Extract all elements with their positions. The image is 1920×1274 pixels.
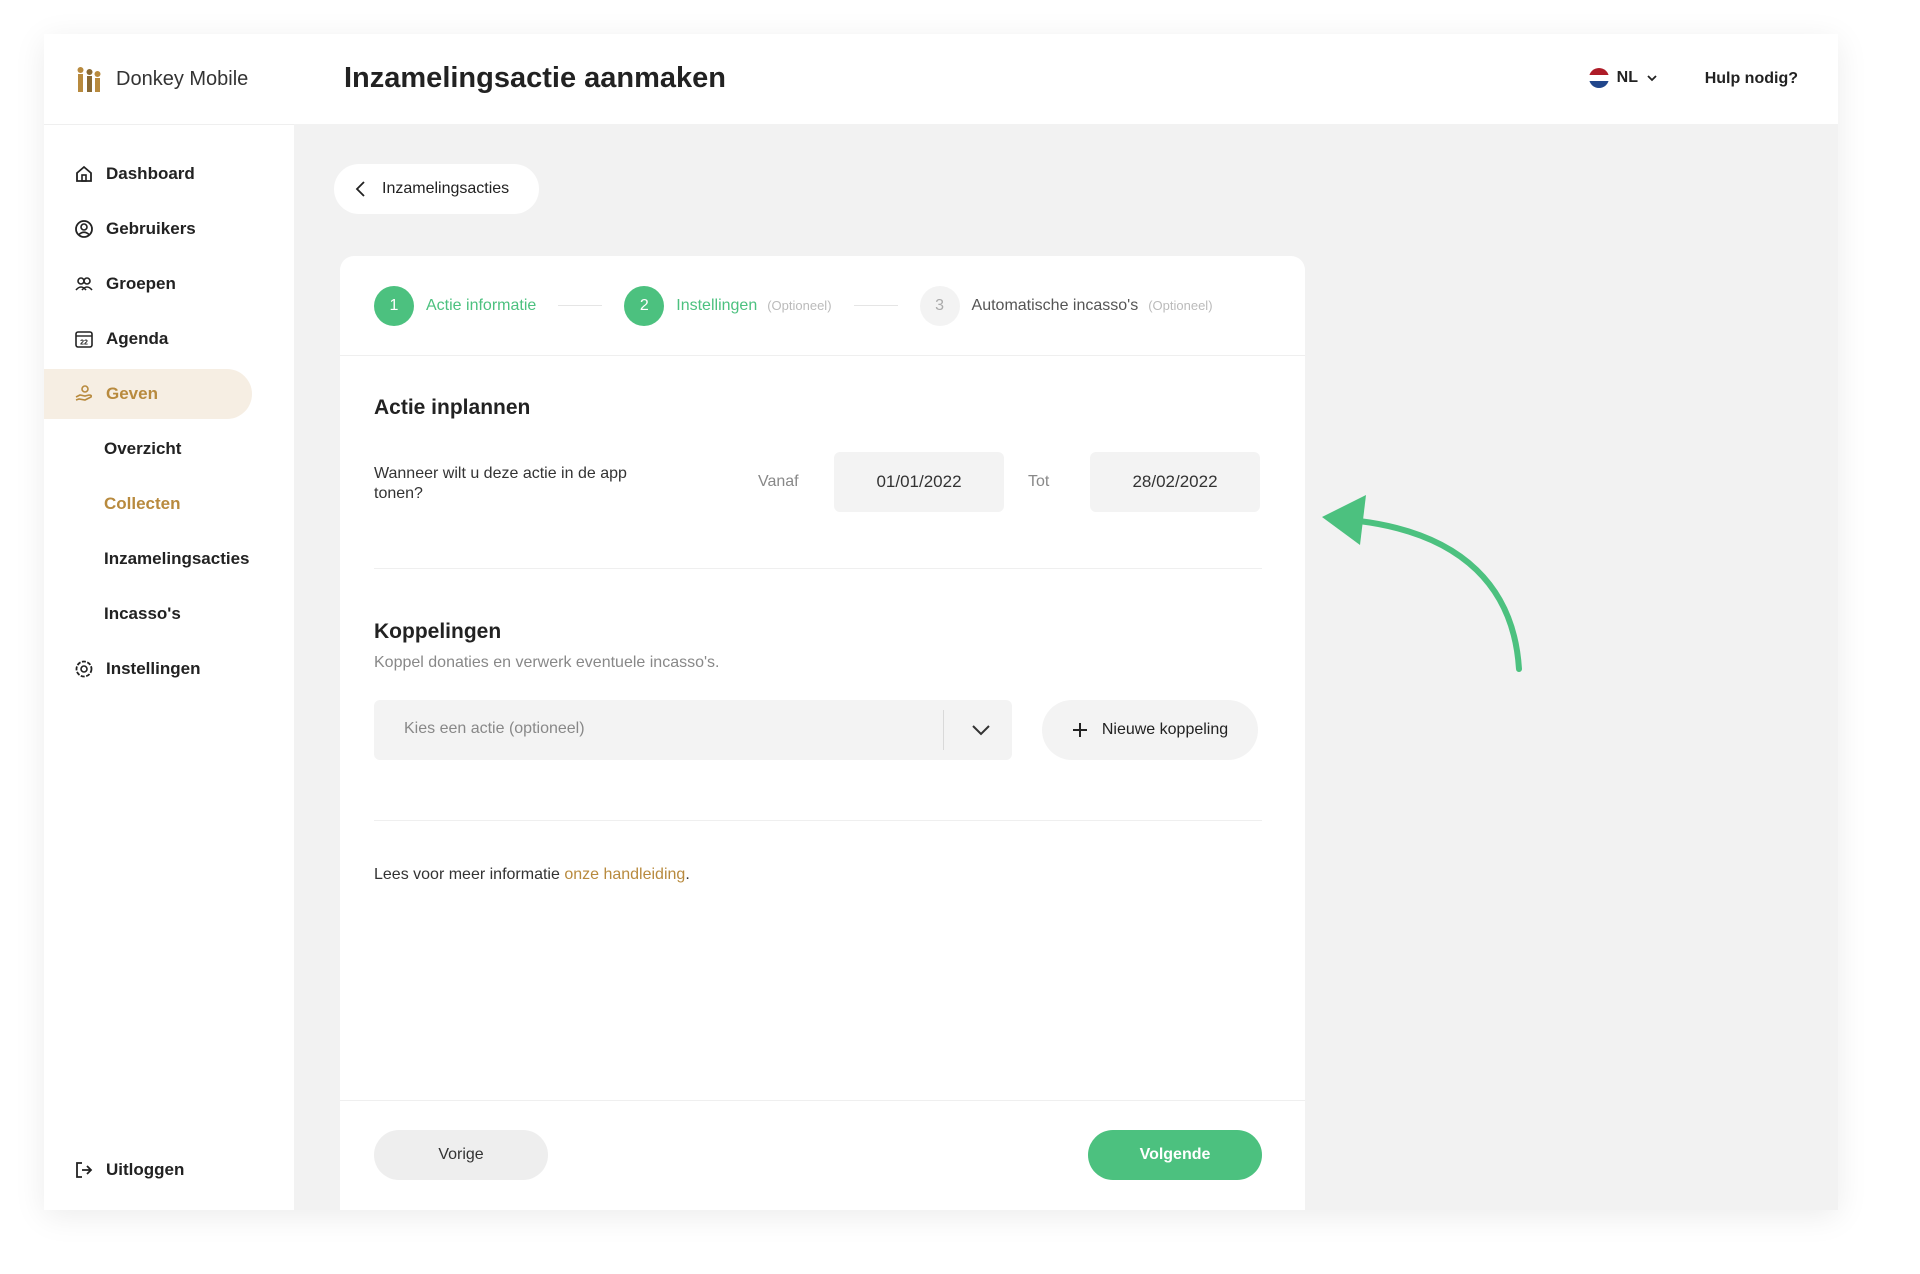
app-window: Donkey Mobile Dashboard Gebruikers Groep… xyxy=(44,34,1838,1210)
links-title: Koppelingen xyxy=(374,620,502,643)
schedule-question: Wanneer wilt u deze actie in de app tone… xyxy=(374,465,627,502)
section-divider xyxy=(374,820,1262,821)
step-connector xyxy=(558,305,603,306)
brand-name: Donkey Mobile xyxy=(116,67,249,90)
home-icon xyxy=(76,165,92,182)
new-link-button[interactable]: Nieuwe koppeling xyxy=(1042,700,1258,760)
step-number: 1 xyxy=(374,285,414,326)
step-action-info[interactable]: 1 Actie informatie xyxy=(374,285,537,326)
select-placeholder: Kies een actie (optioneel) xyxy=(404,720,585,737)
sidebar: Donkey Mobile Dashboard Gebruikers Groep… xyxy=(44,34,294,1210)
logout-button[interactable]: Uitloggen xyxy=(74,1160,184,1180)
sidebar-item-label: Instellingen xyxy=(106,659,201,678)
sidebar-item-overview[interactable]: Overzicht xyxy=(44,424,294,474)
donkey-logo-icon xyxy=(77,67,101,92)
step-label: Instellingen xyxy=(676,296,758,314)
wizard-card: 1 Actie informatie 2 Instellingen (Optio… xyxy=(340,256,1305,1210)
sidebar-item-label: Groepen xyxy=(106,274,176,293)
sidebar-nav: Dashboard Gebruikers Groepen 22 Agenda G… xyxy=(44,149,294,699)
user-icon xyxy=(75,220,93,238)
schedule-title: Actie inplannen xyxy=(374,396,531,419)
settings-icon xyxy=(75,660,93,678)
sidebar-item-label: Gebruikers xyxy=(106,219,196,238)
links-subtitle: Koppel donaties en verwerk eventuele inc… xyxy=(374,654,720,671)
stepper: 1 Actie informatie 2 Instellingen (Optio… xyxy=(340,256,1305,356)
new-link-label: Nieuwe koppeling xyxy=(1101,721,1229,738)
info-suffix: . xyxy=(685,866,690,883)
previous-button[interactable]: Vorige xyxy=(374,1130,548,1180)
step-number: 3 xyxy=(919,285,960,326)
chevron-down-icon xyxy=(1647,75,1657,82)
page-title: Inzamelingsactie aanmaken xyxy=(344,62,726,94)
sidebar-item-label: Overzicht xyxy=(104,439,182,458)
info-prefix: Lees voor meer informatie xyxy=(374,866,565,883)
logout-icon xyxy=(76,1162,93,1178)
sidebar-item-label: Incasso's xyxy=(104,604,181,623)
brand-logo[interactable]: Donkey Mobile xyxy=(74,64,248,94)
step-number: 2 xyxy=(624,285,665,326)
calendar-icon: 22 xyxy=(75,331,93,348)
chevron-left-icon xyxy=(355,181,365,197)
sidebar-item-label: Inzamelingsacties xyxy=(104,549,250,568)
step-settings[interactable]: 2 Instellingen (Optioneel) xyxy=(624,285,832,326)
from-label: Vanaf xyxy=(758,473,799,490)
language-selector[interactable]: NL xyxy=(1588,68,1658,88)
step-label: Actie informatie xyxy=(426,296,537,314)
sidebar-item-settings[interactable]: Instellingen xyxy=(44,644,294,694)
sidebar-item-label: Geven xyxy=(106,384,158,403)
dutch-flag-icon xyxy=(1588,68,1609,88)
sidebar-item-agenda[interactable]: 22 Agenda xyxy=(44,314,294,364)
info-text: Lees voor meer informatie onze handleidi… xyxy=(374,866,690,884)
back-label: Inzamelingsacties xyxy=(382,180,510,197)
sidebar-item-label: Collecten xyxy=(104,494,181,513)
back-button[interactable]: Inzamelingsacties xyxy=(334,164,540,214)
wizard-footer: Vorige Volgende xyxy=(340,1100,1305,1210)
action-select[interactable]: Kies een actie (optioneel) xyxy=(374,700,1012,760)
select-separator xyxy=(943,710,944,750)
sidebar-item-users[interactable]: Gebruikers xyxy=(44,204,294,254)
sidebar-divider xyxy=(44,124,294,125)
giving-icon xyxy=(75,385,93,401)
next-button[interactable]: Volgende xyxy=(1088,1130,1262,1180)
sidebar-item-dashboard[interactable]: Dashboard xyxy=(44,149,294,199)
sidebar-item-label: Dashboard xyxy=(106,164,195,183)
chevron-down-icon xyxy=(972,725,990,736)
sidebar-item-direct-debits[interactable]: Incasso's xyxy=(44,589,294,639)
to-date-field[interactable]: 28/02/2022 xyxy=(1090,452,1260,512)
section-divider xyxy=(374,568,1262,569)
help-link[interactable]: Hulp nodig? xyxy=(1705,70,1798,88)
language-code: NL xyxy=(1616,69,1638,86)
annotation-arrow-icon xyxy=(1322,495,1522,672)
sidebar-item-groups[interactable]: Groepen xyxy=(44,259,294,309)
svg-text:22: 22 xyxy=(80,340,88,347)
top-header: Inzamelingsactie aanmaken NL Hulp nodig? xyxy=(294,34,1838,124)
from-date-field[interactable]: 01/01/2022 xyxy=(834,452,1004,512)
plus-icon xyxy=(1072,723,1087,737)
sidebar-item-collections[interactable]: Collecten xyxy=(44,479,294,529)
group-icon xyxy=(75,277,93,291)
sidebar-item-label: Agenda xyxy=(106,329,169,348)
step-optional-tag: (Optioneel) xyxy=(1148,298,1213,313)
step-optional-tag: (Optioneel) xyxy=(767,298,832,313)
logout-label: Uitloggen xyxy=(106,1160,185,1179)
manual-link[interactable]: onze handleiding xyxy=(564,866,685,883)
step-label: Automatische incasso's xyxy=(971,296,1139,314)
step-connector xyxy=(853,305,898,306)
to-label: Tot xyxy=(1028,473,1050,490)
sidebar-item-fundraisers[interactable]: Inzamelingsacties xyxy=(44,534,294,584)
step-direct-debits[interactable]: 3 Automatische incasso's (Optioneel) xyxy=(919,285,1213,326)
sidebar-item-giving[interactable]: Geven xyxy=(44,369,252,419)
